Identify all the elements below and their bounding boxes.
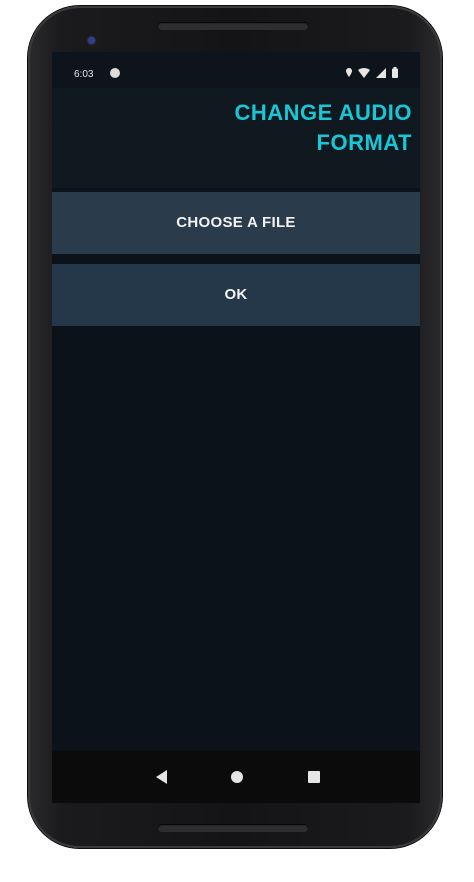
ok-button[interactable]: OK [52,264,420,326]
front-camera [88,37,95,44]
app-title-line2: FORMAT [316,130,412,155]
screen: 6:03 CHANGE AUDIO FORMAT CHOOSE A FILE O… [52,52,420,795]
top-speaker-grille [158,22,308,30]
choose-file-button[interactable]: CHOOSE A FILE [52,192,420,254]
navigation-bar [52,751,420,803]
app-title: CHANGE AUDIO FORMAT [132,98,412,158]
recents-icon[interactable] [308,771,320,783]
notification-dot-icon [110,68,120,78]
app-title-line1: CHANGE AUDIO [234,100,412,125]
status-time: 6:03 [74,69,94,80]
battery-icon [392,67,398,78]
location-icon [346,67,352,77]
home-icon[interactable] [231,771,243,783]
phone-frame: 6:03 CHANGE AUDIO FORMAT CHOOSE A FILE O… [28,6,442,848]
app-header: CHANGE AUDIO FORMAT [52,88,420,188]
back-icon[interactable] [156,770,167,784]
bottom-speaker-grille [158,824,308,832]
status-icons [346,67,398,78]
signal-icon [376,67,386,78]
wifi-icon [358,67,370,78]
status-bar: 6:03 [52,52,420,88]
